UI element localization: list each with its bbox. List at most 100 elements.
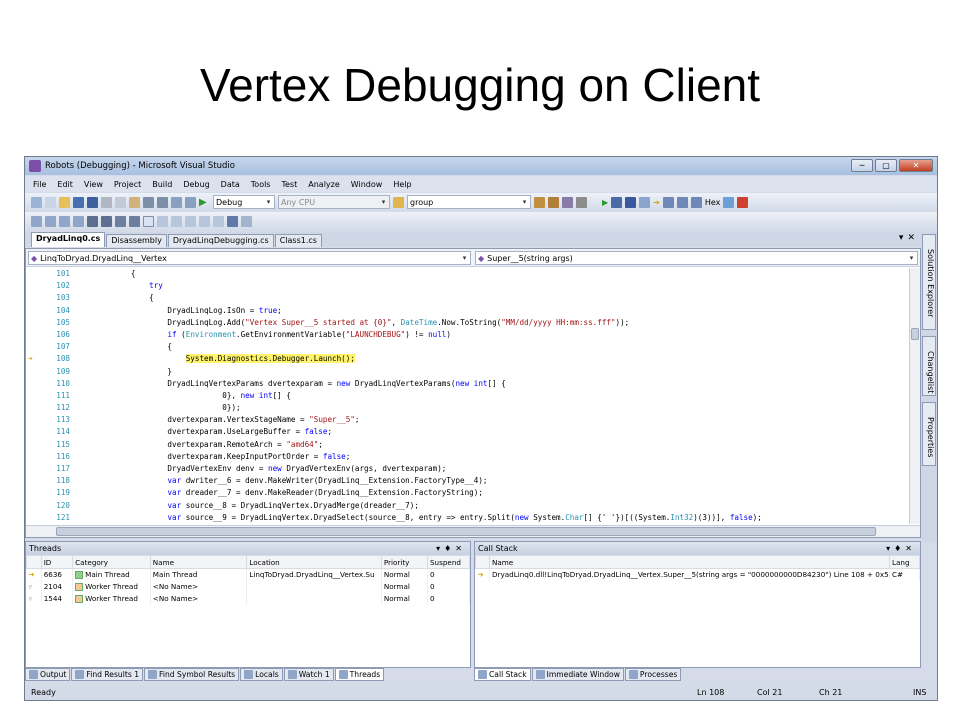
code-area[interactable]: 101 {102 try 103 {104 DryadLinqLog.IsOn =… (26, 268, 910, 524)
tab-dryadlinqdebugging[interactable]: DryadLinqDebugging.cs (167, 234, 274, 247)
tab-watch-1[interactable]: Watch 1 (283, 668, 334, 681)
code-line[interactable]: 118 var dwriter__6 = denv.MakeWriter(Dry… (26, 475, 910, 487)
code-line[interactable]: 119 var dreader__7 = denv.MakeReader(Dry… (26, 487, 910, 499)
next-bookmark-icon[interactable] (171, 215, 182, 227)
menu-project[interactable]: Project (114, 180, 141, 189)
attach-to-process-icon[interactable] (227, 215, 238, 227)
threads-column-header[interactable]: Name (149, 555, 248, 569)
tab-output[interactable]: Output (25, 668, 71, 681)
code-line[interactable]: 107 { (26, 341, 910, 353)
tab-find-results-1[interactable]: Find Results 1 (71, 668, 144, 681)
show-next-statement-icon[interactable]: ➔ (653, 198, 660, 207)
new-project-icon[interactable] (31, 196, 42, 208)
menu-test[interactable]: Test (281, 180, 297, 189)
code-line[interactable]: 101 { (26, 268, 910, 280)
close-button[interactable]: ✕ (899, 159, 933, 172)
previous-bookmark-icon[interactable] (157, 215, 168, 227)
tab-class1[interactable]: Class1.cs (274, 234, 322, 247)
toolbox-icon[interactable] (576, 196, 587, 208)
next-bookmark-in-folder-icon[interactable] (199, 215, 210, 227)
tab-call-stack[interactable]: Call Stack (474, 668, 531, 681)
find-combo[interactable]: group ▾ (407, 195, 531, 209)
previous-bookmark-in-folder-icon[interactable] (185, 215, 196, 227)
undo-icon[interactable] (143, 196, 154, 208)
code-line[interactable]: 116 dvertexparam.KeepInputPortOrder = fa… (26, 451, 910, 463)
close-icon[interactable]: ✕ (455, 544, 466, 553)
menu-file[interactable]: File (33, 180, 46, 189)
close-icon[interactable]: ✕ (905, 544, 916, 553)
save-all-icon[interactable] (87, 196, 98, 208)
increase-indent-icon[interactable] (101, 215, 112, 227)
members-combo[interactable]: ◆ Super__5(string args) ▾ (475, 251, 918, 265)
tab-processes[interactable]: Processes (624, 668, 682, 681)
menu-data[interactable]: Data (221, 180, 240, 189)
pane-menu-icon[interactable]: ▾ (436, 544, 444, 553)
code-line[interactable]: 102 try (26, 280, 910, 292)
tab-dryadlinq0[interactable]: DryadLinq0.cs (31, 232, 106, 247)
debug-windows-icon[interactable] (737, 196, 749, 208)
menu-help[interactable]: Help (393, 180, 411, 189)
code-line[interactable]: 104 DryadLinqLog.IsOn = true; (26, 305, 910, 317)
call-stack-lang-header[interactable]: Lang (889, 555, 920, 569)
code-line[interactable]: 120 var source__8 = DryadLinqVertex.Drya… (26, 500, 910, 512)
code-line[interactable]: 114 dvertexparam.UseLargeBuffer = false; (26, 426, 910, 438)
tab-threads[interactable]: Threads (334, 668, 385, 681)
code-line[interactable]: 112 0}); (26, 402, 910, 414)
step-over-icon[interactable] (676, 196, 688, 208)
step-into-icon[interactable] (662, 196, 674, 208)
code-editor[interactable]: ◆ LinqToDryad.DryadLinq__Vertex ▾ ◆ Supe… (25, 248, 921, 538)
tab-immediate-window[interactable]: Immediate Window (531, 668, 624, 681)
toggle-bookmark-icon[interactable] (143, 215, 154, 227)
continue-icon[interactable]: ▶ (602, 198, 608, 207)
code-line[interactable]: 106 if (Environment.GetEnvironmentVariab… (26, 329, 910, 341)
types-combo[interactable]: ◆ LinqToDryad.DryadLinq__Vertex ▾ (28, 251, 471, 265)
threads-column-header[interactable]: Category (72, 555, 151, 569)
thread-flag-icon[interactable]: ▿ (26, 580, 42, 593)
complete-word-icon[interactable] (73, 215, 84, 227)
copy-icon[interactable] (115, 196, 126, 208)
tab-find-symbol-results[interactable]: Find Symbol Results (144, 668, 240, 681)
code-line[interactable]: 121 var source__9 = DryadLinqVertex.Drya… (26, 512, 910, 524)
solution-explorer-tab[interactable]: Solution Explorer (922, 234, 936, 330)
start-debugging-icon[interactable]: ▶ (199, 197, 210, 208)
threads-column-header[interactable]: Priority (380, 555, 429, 569)
paste-icon[interactable] (129, 196, 140, 208)
restart-icon[interactable] (639, 196, 651, 208)
add-item-icon[interactable] (45, 196, 56, 208)
toolbar-options-icon[interactable] (241, 215, 252, 227)
call-stack-name-header[interactable]: Name (489, 555, 890, 569)
vertical-scrollbar[interactable] (909, 268, 920, 524)
platform-combo[interactable]: Any CPU ▾ (278, 195, 390, 209)
cut-icon[interactable] (101, 196, 112, 208)
tab-locals[interactable]: Locals (240, 668, 283, 681)
object-browser-icon[interactable] (562, 196, 573, 208)
break-all-icon[interactable] (611, 196, 623, 208)
code-line[interactable]: 111 0}, new int[] { (26, 390, 910, 402)
code-line[interactable]: 103 { (26, 292, 910, 304)
code-line[interactable]: 113 dvertexparam.VertexStageName = "Supe… (26, 414, 910, 426)
code-line[interactable]: ➔ 108 System.Diagnostics.Debugger.Launch(… (26, 353, 910, 365)
maximize-button[interactable]: ▢ (875, 159, 897, 172)
menu-edit[interactable]: Edit (57, 180, 73, 189)
navigate-back-icon[interactable] (171, 196, 182, 208)
threads-column-header[interactable] (26, 555, 42, 569)
breakpoints-icon[interactable] (723, 196, 735, 208)
threads-column-header[interactable]: ID (40, 555, 74, 569)
menu-build[interactable]: Build (152, 180, 172, 189)
clear-bookmarks-icon[interactable] (213, 215, 224, 227)
properties-window-icon[interactable] (548, 196, 559, 208)
save-icon[interactable] (73, 196, 84, 208)
code-line[interactable]: 110 DryadLinqVertexParams dvertexparam =… (26, 378, 910, 390)
threads-column-header[interactable]: Location (246, 555, 382, 569)
current-thread-arrow-icon[interactable]: ➔ (26, 568, 42, 581)
comment-lines-icon[interactable] (115, 215, 126, 227)
navigate-forward-icon[interactable] (185, 196, 196, 208)
properties-tab[interactable]: Properties (922, 402, 936, 466)
display-object-members-icon[interactable] (31, 215, 42, 227)
menu-tools[interactable]: Tools (251, 180, 271, 189)
call-stack-row[interactable]: ➔ DryadLinq0.dll!LinqToDryad.DryadLinq__… (475, 568, 920, 581)
menu-window[interactable]: Window (351, 180, 383, 189)
menu-debug[interactable]: Debug (183, 180, 209, 189)
quick-info-icon[interactable] (59, 215, 70, 227)
changelist-tab[interactable]: Changelist (922, 336, 936, 396)
